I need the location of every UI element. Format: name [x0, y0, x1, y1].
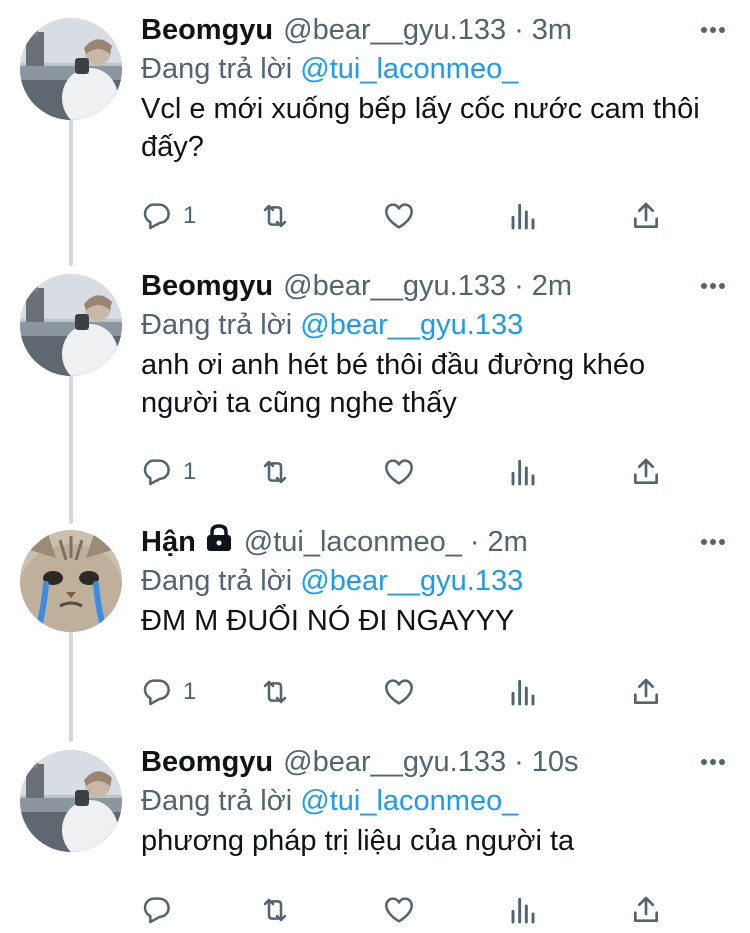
display-name[interactable]: Hận [141, 526, 196, 559]
analytics-icon [507, 456, 539, 488]
retweet-icon [259, 894, 291, 926]
tweet[interactable]: Beomgyu @bear__gyu.133 · 10s Đang trả lờ… [0, 742, 750, 932]
share-icon [630, 676, 662, 708]
tweet-text: Vcl e mới xuống bếp lấy cốc nước cam thô… [141, 93, 700, 163]
retweet-icon [259, 456, 291, 488]
timestamp[interactable]: 2m [488, 526, 528, 559]
reply-button[interactable]: 1 [141, 454, 196, 490]
timestamp[interactable]: 3m [532, 14, 572, 47]
reply-icon [141, 456, 173, 488]
replying-to-label: Đang trả lời [141, 309, 293, 341]
mention-link[interactable]: @bear__gyu.133 [300, 309, 523, 341]
action-bar: 1 [141, 198, 661, 234]
separator-dot: · [469, 525, 480, 558]
timestamp[interactable]: 10s [532, 746, 579, 779]
retweet-icon [259, 200, 291, 232]
like-icon [383, 894, 415, 926]
reply-count: 1 [183, 678, 197, 705]
analytics-icon [507, 200, 539, 232]
user-handle[interactable]: @bear__gyu.133 [283, 14, 506, 47]
like-button[interactable] [383, 198, 415, 234]
mention-link[interactable]: @tui_laconmeo_ [300, 785, 518, 817]
analytics-button[interactable] [507, 454, 539, 490]
separator-dot: · [514, 13, 524, 46]
user-handle[interactable]: @bear__gyu.133 [283, 270, 506, 303]
share-icon [630, 894, 662, 926]
avatar[interactable] [20, 530, 122, 632]
share-icon [630, 456, 662, 488]
display-name[interactable]: Beomgyu [141, 270, 273, 303]
tweet-text: phương pháp trị liệu của người ta [141, 825, 575, 857]
separator-dot: · [514, 745, 524, 778]
like-icon [383, 200, 415, 232]
display-name[interactable]: Beomgyu [141, 746, 273, 779]
user-handle[interactable]: @bear__gyu.133 [283, 746, 506, 779]
like-icon [383, 456, 415, 488]
more-icon[interactable] [700, 276, 726, 296]
replying-to-label: Đang trả lời [141, 785, 293, 817]
reply-icon [141, 200, 173, 232]
avatar[interactable] [20, 18, 122, 120]
reply-button[interactable]: 1 [141, 674, 196, 710]
analytics-button[interactable] [507, 674, 539, 710]
avatar[interactable] [20, 750, 122, 852]
replying-to: Đang trả lời @bear__gyu.133 [141, 306, 730, 344]
replying-to-label: Đang trả lời [141, 565, 293, 597]
retweet-icon [259, 676, 291, 708]
mention-link[interactable]: @tui_laconmeo_ [300, 53, 518, 85]
lock-icon [204, 524, 234, 560]
reply-icon [141, 676, 173, 708]
share-button[interactable] [630, 892, 662, 928]
more-icon[interactable] [700, 752, 726, 772]
reply-button[interactable] [141, 892, 183, 928]
analytics-button[interactable] [507, 892, 539, 928]
tweet-text: anh ơi anh hét bé thôi đầu đường khéo ng… [141, 349, 646, 419]
tweet[interactable]: Beomgyu @bear__gyu.133 · 2m Đang trả lời… [0, 266, 750, 506]
replying-to: Đang trả lời @tui_laconmeo_ [141, 50, 730, 88]
like-button[interactable] [383, 454, 415, 490]
action-bar: 1 [141, 674, 661, 710]
action-bar [141, 892, 661, 928]
share-button[interactable] [630, 454, 662, 490]
tweet[interactable]: Beomgyu @bear__gyu.133 · 3m Đang trả lời… [0, 10, 750, 250]
mention-link[interactable]: @bear__gyu.133 [300, 565, 523, 597]
action-bar: 1 [141, 454, 661, 490]
retweet-button[interactable] [259, 454, 291, 490]
user-handle[interactable]: @tui_laconmeo_ [244, 526, 462, 559]
like-icon [383, 676, 415, 708]
replying-to: Đang trả lời @tui_laconmeo_ [141, 782, 730, 820]
timestamp[interactable]: 2m [532, 270, 572, 303]
analytics-icon [507, 894, 539, 926]
display-name[interactable]: Beomgyu [141, 14, 273, 47]
replying-to-label: Đang trả lời [141, 53, 293, 85]
reply-icon [141, 894, 173, 926]
more-icon[interactable] [700, 20, 726, 40]
share-button[interactable] [630, 198, 662, 234]
like-button[interactable] [383, 892, 415, 928]
retweet-button[interactable] [259, 674, 291, 710]
reply-count: 1 [183, 202, 197, 229]
analytics-icon [507, 676, 539, 708]
share-button[interactable] [630, 674, 662, 710]
share-icon [630, 200, 662, 232]
tweet[interactable]: Hận @tui_laconmeo_ · 2m Đang trả lời @be… [0, 522, 750, 722]
tweet-text: ĐM M ĐUỔI NÓ ĐI NGAYYY [141, 605, 515, 637]
separator-dot: · [514, 269, 524, 302]
retweet-button[interactable] [259, 892, 291, 928]
analytics-button[interactable] [507, 198, 539, 234]
reply-count: 1 [183, 458, 197, 485]
retweet-button[interactable] [259, 198, 291, 234]
reply-button[interactable]: 1 [141, 198, 196, 234]
avatar[interactable] [20, 274, 122, 376]
more-icon[interactable] [700, 532, 726, 552]
replying-to: Đang trả lời @bear__gyu.133 [141, 562, 730, 600]
like-button[interactable] [383, 674, 415, 710]
